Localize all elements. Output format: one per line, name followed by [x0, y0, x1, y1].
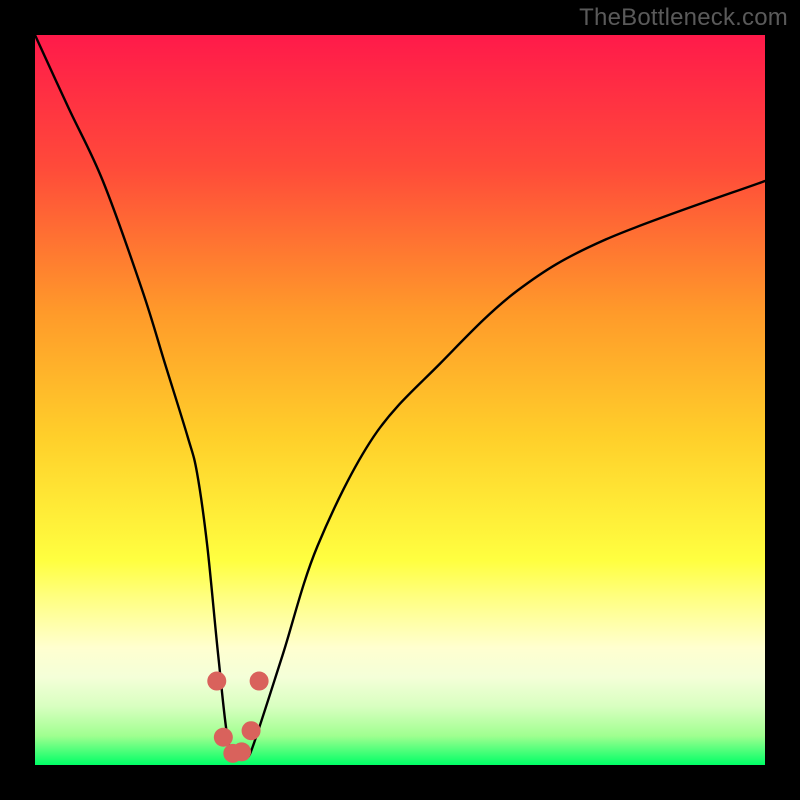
curve-layer: [35, 35, 765, 765]
data-marker: [250, 672, 269, 691]
data-marker: [214, 728, 233, 747]
data-marker: [242, 721, 261, 740]
data-marker: [207, 672, 226, 691]
data-marker: [232, 742, 251, 761]
chart-outer: TheBottleneck.com: [0, 0, 800, 800]
bottleneck-curve: [35, 35, 765, 760]
attribution-text: TheBottleneck.com: [579, 4, 788, 32]
plot-area: [35, 35, 765, 765]
